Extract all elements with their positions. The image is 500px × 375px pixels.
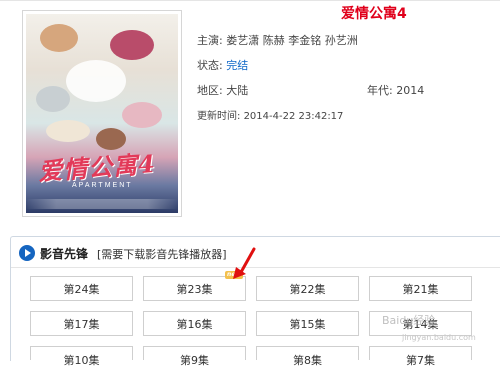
year-row: 年代: 2014 <box>367 82 424 98</box>
episode-button[interactable]: 第9集 <box>143 346 246 367</box>
episode-button[interactable]: 第7集 <box>369 346 472 367</box>
year-value: 2014 <box>396 84 425 97</box>
updated-row: 更新时间: 2014-4-22 23:42:17 <box>197 107 343 122</box>
episode-button[interactable]: 第8集 <box>256 346 359 367</box>
play-circle-icon <box>19 245 35 261</box>
updated-label: 更新时间: <box>197 111 241 122</box>
poster-title-logo: 爱情公寓4 <box>37 148 157 187</box>
cast-label: 主演: <box>197 34 223 47</box>
poster-credits <box>26 199 178 209</box>
region-value: 大陆 <box>226 84 249 97</box>
player-download-note: [需要下载影音先锋播放器] <box>97 248 227 261</box>
year-label: 年代: <box>367 84 393 97</box>
status-label: 状态: <box>197 59 223 72</box>
poster-figure <box>40 24 78 52</box>
episode-button[interactable]: 第24集 <box>30 276 133 301</box>
episode-button[interactable]: 第22集 <box>256 276 359 301</box>
player-section-title: 影音先锋 <box>40 247 89 261</box>
page-title: 爱情公寓4 <box>341 6 407 22</box>
episode-label: 第23集 <box>176 283 213 296</box>
cast-value: 娄艺潇 陈赫 李金铭 孙艺洲 <box>226 34 358 47</box>
episode-button[interactable]: 第21集 <box>369 276 472 301</box>
updated-value: 2014-4-22 23:42:17 <box>243 111 344 122</box>
poster-figure <box>66 60 126 102</box>
poster-figure <box>36 86 70 112</box>
poster-image: 爱情公寓4 APARTMENT <box>26 14 178 213</box>
poster-figure <box>122 102 162 128</box>
episode-button[interactable]: 第10集 <box>30 346 133 367</box>
watermark-url: jingyan.baidu.com <box>402 333 476 342</box>
red-arrow-annotation <box>233 247 256 279</box>
episode-button[interactable]: 第15集 <box>256 311 359 336</box>
poster-subtitle: APARTMENT <box>72 182 133 189</box>
movie-poster[interactable]: 爱情公寓4 APARTMENT <box>22 10 182 217</box>
region-label: 地区: <box>197 84 223 97</box>
poster-figure <box>46 120 90 142</box>
episode-button[interactable]: 第17集 <box>30 311 133 336</box>
poster-figure <box>110 30 154 60</box>
status-value-link[interactable]: 完结 <box>226 59 248 72</box>
cast-row: 主演: 娄艺潇 陈赫 李金铭 孙艺洲 <box>197 32 358 48</box>
top-separator <box>0 0 500 1</box>
status-row: 状态: 完结 <box>197 57 248 73</box>
region-row: 地区: 大陆 <box>197 82 248 98</box>
episode-button[interactable]: 第16集 <box>143 311 246 336</box>
watermark: Baidu经验 <box>382 314 436 327</box>
